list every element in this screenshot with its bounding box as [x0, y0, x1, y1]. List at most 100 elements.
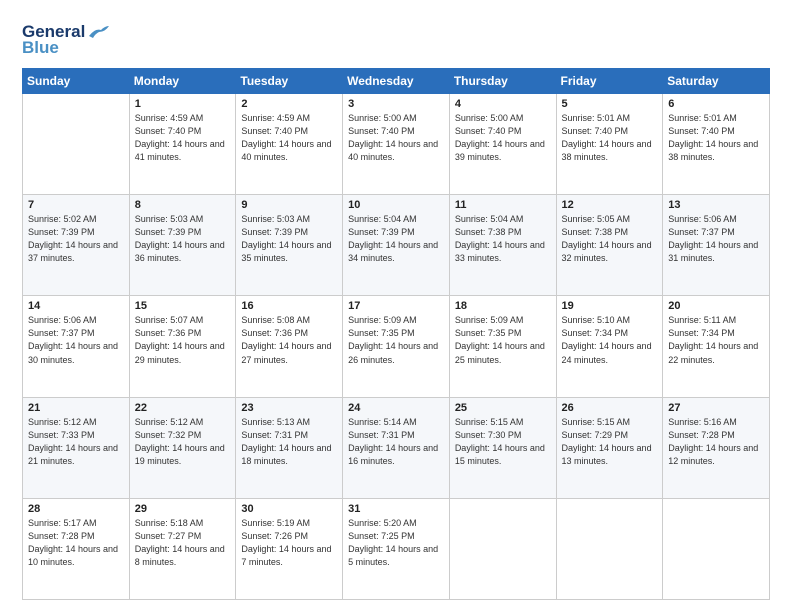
weekday-header-monday: Monday	[129, 69, 236, 94]
cell-info: Sunrise: 5:01 AMSunset: 7:40 PMDaylight:…	[562, 112, 658, 164]
cell-info: Sunrise: 5:03 AMSunset: 7:39 PMDaylight:…	[241, 213, 337, 265]
calendar-cell	[556, 498, 663, 599]
calendar-cell: 5 Sunrise: 5:01 AMSunset: 7:40 PMDaylight…	[556, 94, 663, 195]
day-number: 19	[562, 300, 658, 312]
calendar-cell	[663, 498, 770, 599]
cell-info: Sunrise: 4:59 AMSunset: 7:40 PMDaylight:…	[135, 112, 231, 164]
calendar-page: General Blue SundayMondayTuesdayWednesda…	[0, 0, 792, 612]
calendar-body: 1 Sunrise: 4:59 AMSunset: 7:40 PMDaylight…	[23, 94, 770, 600]
cell-info: Sunrise: 5:07 AMSunset: 7:36 PMDaylight:…	[135, 314, 231, 366]
day-number: 27	[668, 402, 764, 414]
calendar-cell: 31 Sunrise: 5:20 AMSunset: 7:25 PMDayligh…	[343, 498, 450, 599]
day-number: 23	[241, 402, 337, 414]
calendar-cell: 28 Sunrise: 5:17 AMSunset: 7:28 PMDayligh…	[23, 498, 130, 599]
calendar-cell: 21Sunrise: 5:12 AMSunset: 7:33 PMDayligh…	[23, 397, 130, 498]
calendar-cell: 24 Sunrise: 5:14 AMSunset: 7:31 PMDayligh…	[343, 397, 450, 498]
calendar-cell: 29Sunrise: 5:18 AMSunset: 7:27 PMDayligh…	[129, 498, 236, 599]
cell-info: Sunrise: 5:09 AMSunset: 7:35 PMDaylight:…	[455, 314, 551, 366]
calendar-cell: 26 Sunrise: 5:15 AMSunset: 7:29 PMDayligh…	[556, 397, 663, 498]
calendar-cell: 14 Sunrise: 5:06 AMSunset: 7:37 PMDayligh…	[23, 296, 130, 397]
calendar-header-row: SundayMondayTuesdayWednesdayThursdayFrid…	[23, 69, 770, 94]
day-number: 24	[348, 402, 444, 414]
day-number: 26	[562, 402, 658, 414]
calendar-cell: 16Sunrise: 5:08 AMSunset: 7:36 PMDayligh…	[236, 296, 343, 397]
cell-info: Sunrise: 5:06 AMSunset: 7:37 PMDaylight:…	[28, 314, 124, 366]
day-number: 22	[135, 402, 231, 414]
day-number: 14	[28, 300, 124, 312]
cell-info: Sunrise: 5:19 AMSunset: 7:26 PMDaylight:…	[241, 517, 337, 569]
weekday-header-wednesday: Wednesday	[343, 69, 450, 94]
day-number: 31	[348, 503, 444, 515]
day-number: 9	[241, 199, 337, 211]
cell-info: Sunrise: 5:09 AMSunset: 7:35 PMDaylight:…	[348, 314, 444, 366]
calendar-cell: 3Sunrise: 5:00 AMSunset: 7:40 PMDaylight…	[343, 94, 450, 195]
cell-info: Sunrise: 5:20 AMSunset: 7:25 PMDaylight:…	[348, 517, 444, 569]
cell-info: Sunrise: 5:16 AMSunset: 7:28 PMDaylight:…	[668, 416, 764, 468]
cell-info: Sunrise: 5:15 AMSunset: 7:29 PMDaylight:…	[562, 416, 658, 468]
day-number: 30	[241, 503, 337, 515]
logo-blue: Blue	[22, 38, 59, 58]
day-number: 17	[348, 300, 444, 312]
cell-info: Sunrise: 5:04 AMSunset: 7:38 PMDaylight:…	[455, 213, 551, 265]
calendar-week-2: 7 Sunrise: 5:02 AMSunset: 7:39 PMDaylight…	[23, 195, 770, 296]
cell-info: Sunrise: 5:06 AMSunset: 7:37 PMDaylight:…	[668, 213, 764, 265]
calendar-cell	[449, 498, 556, 599]
logo-bird-icon	[87, 24, 109, 40]
day-number: 1	[135, 98, 231, 110]
calendar-week-4: 21Sunrise: 5:12 AMSunset: 7:33 PMDayligh…	[23, 397, 770, 498]
cell-info: Sunrise: 5:05 AMSunset: 7:38 PMDaylight:…	[562, 213, 658, 265]
cell-info: Sunrise: 5:12 AMSunset: 7:33 PMDaylight:…	[28, 416, 124, 468]
day-number: 7	[28, 199, 124, 211]
calendar-cell: 4 Sunrise: 5:00 AMSunset: 7:40 PMDaylight…	[449, 94, 556, 195]
cell-info: Sunrise: 5:14 AMSunset: 7:31 PMDaylight:…	[348, 416, 444, 468]
calendar-cell: 10 Sunrise: 5:04 AMSunset: 7:39 PMDayligh…	[343, 195, 450, 296]
weekday-header-tuesday: Tuesday	[236, 69, 343, 94]
cell-info: Sunrise: 5:01 AMSunset: 7:40 PMDaylight:…	[668, 112, 764, 164]
calendar-cell: 11 Sunrise: 5:04 AMSunset: 7:38 PMDayligh…	[449, 195, 556, 296]
calendar-cell: 19 Sunrise: 5:10 AMSunset: 7:34 PMDayligh…	[556, 296, 663, 397]
weekday-header-thursday: Thursday	[449, 69, 556, 94]
cell-info: Sunrise: 5:11 AMSunset: 7:34 PMDaylight:…	[668, 314, 764, 366]
cell-info: Sunrise: 5:03 AMSunset: 7:39 PMDaylight:…	[135, 213, 231, 265]
day-number: 18	[455, 300, 551, 312]
weekday-header-sunday: Sunday	[23, 69, 130, 94]
calendar-cell: 17 Sunrise: 5:09 AMSunset: 7:35 PMDayligh…	[343, 296, 450, 397]
day-number: 4	[455, 98, 551, 110]
calendar-cell: 20 Sunrise: 5:11 AMSunset: 7:34 PMDayligh…	[663, 296, 770, 397]
day-number: 20	[668, 300, 764, 312]
calendar-cell: 6 Sunrise: 5:01 AMSunset: 7:40 PMDaylight…	[663, 94, 770, 195]
header: General Blue	[22, 18, 770, 58]
calendar-cell: 2Sunrise: 4:59 AMSunset: 7:40 PMDaylight…	[236, 94, 343, 195]
weekday-header-friday: Friday	[556, 69, 663, 94]
day-number: 3	[348, 98, 444, 110]
cell-info: Sunrise: 5:04 AMSunset: 7:39 PMDaylight:…	[348, 213, 444, 265]
day-number: 5	[562, 98, 658, 110]
day-number: 6	[668, 98, 764, 110]
cell-info: Sunrise: 5:13 AMSunset: 7:31 PMDaylight:…	[241, 416, 337, 468]
calendar-cell: 23 Sunrise: 5:13 AMSunset: 7:31 PMDayligh…	[236, 397, 343, 498]
calendar-cell: 1 Sunrise: 4:59 AMSunset: 7:40 PMDaylight…	[129, 94, 236, 195]
logo: General Blue	[22, 22, 109, 58]
day-number: 15	[135, 300, 231, 312]
calendar-cell: 30 Sunrise: 5:19 AMSunset: 7:26 PMDayligh…	[236, 498, 343, 599]
day-number: 13	[668, 199, 764, 211]
calendar-cell: 12Sunrise: 5:05 AMSunset: 7:38 PMDayligh…	[556, 195, 663, 296]
calendar-cell	[23, 94, 130, 195]
calendar-week-5: 28 Sunrise: 5:17 AMSunset: 7:28 PMDayligh…	[23, 498, 770, 599]
calendar-cell: 18 Sunrise: 5:09 AMSunset: 7:35 PMDayligh…	[449, 296, 556, 397]
day-number: 10	[348, 199, 444, 211]
calendar-week-1: 1 Sunrise: 4:59 AMSunset: 7:40 PMDaylight…	[23, 94, 770, 195]
cell-info: Sunrise: 5:10 AMSunset: 7:34 PMDaylight:…	[562, 314, 658, 366]
day-number: 28	[28, 503, 124, 515]
day-number: 2	[241, 98, 337, 110]
cell-info: Sunrise: 5:17 AMSunset: 7:28 PMDaylight:…	[28, 517, 124, 569]
day-number: 29	[135, 503, 231, 515]
cell-info: Sunrise: 5:02 AMSunset: 7:39 PMDaylight:…	[28, 213, 124, 265]
day-number: 25	[455, 402, 551, 414]
cell-info: Sunrise: 5:00 AMSunset: 7:40 PMDaylight:…	[455, 112, 551, 164]
calendar-cell: 25Sunrise: 5:15 AMSunset: 7:30 PMDayligh…	[449, 397, 556, 498]
calendar-cell: 22Sunrise: 5:12 AMSunset: 7:32 PMDayligh…	[129, 397, 236, 498]
day-number: 11	[455, 199, 551, 211]
day-number: 16	[241, 300, 337, 312]
calendar-cell: 7 Sunrise: 5:02 AMSunset: 7:39 PMDaylight…	[23, 195, 130, 296]
